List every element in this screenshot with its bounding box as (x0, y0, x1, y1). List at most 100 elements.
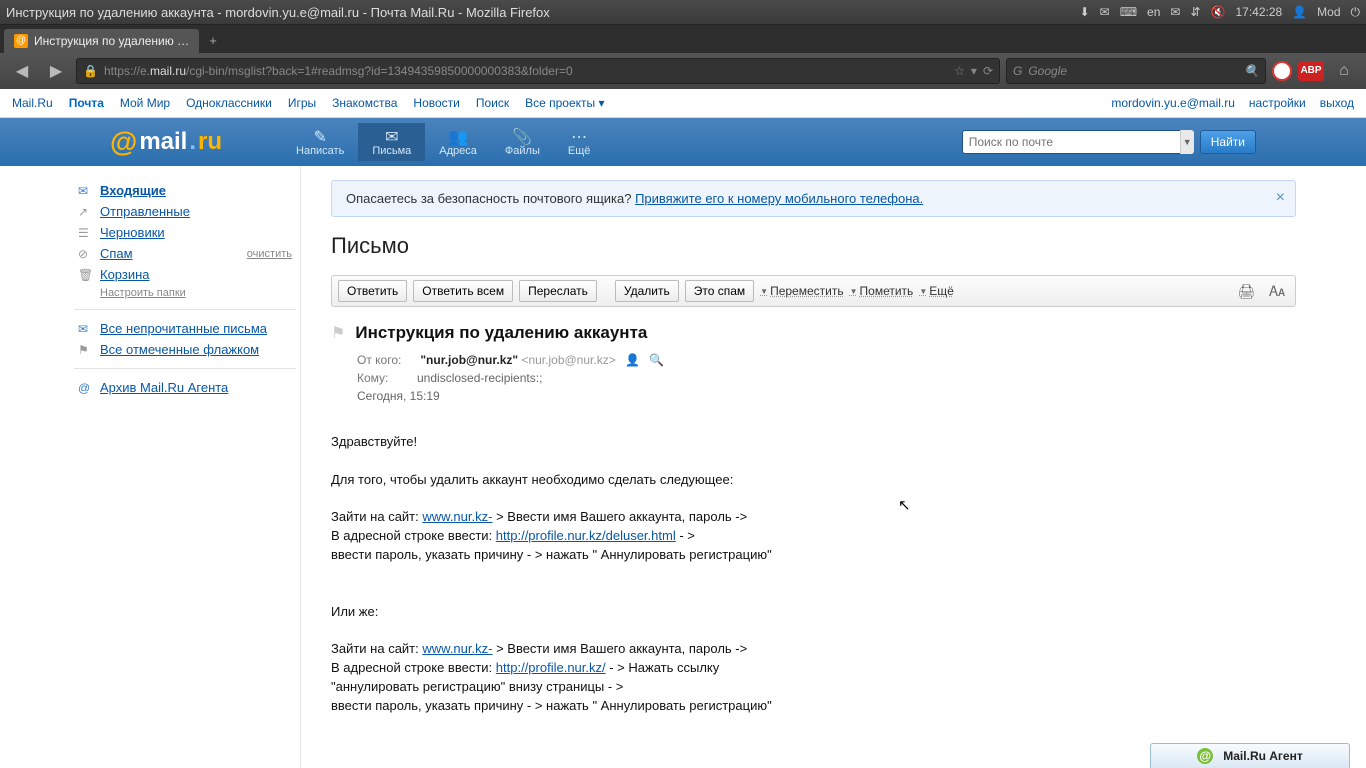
browser-search-bar[interactable]: G Google 🔍 (1006, 58, 1266, 84)
keyboard-icon[interactable]: ⌨ (1120, 5, 1137, 19)
move-dropdown[interactable]: ▼Переместить (760, 284, 843, 298)
folder-sent[interactable]: ↗Отправленные (70, 201, 300, 222)
body-link[interactable]: http://profile.nur.kz/deluser.html (496, 528, 676, 543)
more-dropdown[interactable]: ▼Ещё (919, 284, 953, 298)
page-content: Mail.Ru Почта Мой Мир Одноклассники Игры… (0, 89, 1366, 768)
mail-header: @mail.ru ✎Написать ✉Письма 👥Адреса 📎Файл… (0, 118, 1366, 166)
notice-close-button[interactable]: × (1276, 189, 1285, 207)
search-scope-dropdown[interactable]: ▼ (1180, 130, 1194, 154)
add-contact-icon[interactable]: 👤 (625, 353, 640, 367)
agent-status-icon: @ (1197, 748, 1213, 764)
mail-indicator-icon[interactable]: ✉ (1100, 5, 1110, 19)
user-menu[interactable]: Mod (1317, 5, 1340, 19)
logout-link[interactable]: выход (1320, 96, 1354, 110)
url-bar[interactable]: 🔒 https://e.mail.ru/cgi-bin/msglist?back… (76, 58, 1000, 84)
message-meta: От кого: "nur.job@nur.kz" <nur.job@nur.k… (357, 353, 1296, 403)
agent-archive-link[interactable]: @Архив Mail.Ru Агента (70, 377, 300, 398)
reply-button[interactable]: Ответить (338, 280, 407, 302)
message-toolbar: Ответить Ответить всем Переслать Удалить… (331, 275, 1296, 307)
forward-button[interactable]: ▶ (42, 57, 70, 85)
portal-link-pochta[interactable]: Почта (69, 96, 104, 110)
mail-search-input[interactable] (962, 130, 1192, 154)
body-link[interactable]: www.nur.kz- (422, 641, 492, 656)
folder-drafts[interactable]: ☰Черновики (70, 222, 300, 243)
mailru-agent-bar[interactable]: @ Mail.Ru Агент (1150, 743, 1350, 768)
reload-button[interactable]: ⟳ (983, 64, 993, 78)
clear-spam-link[interactable]: очистить (247, 248, 292, 260)
mailru-logo[interactable]: @mail.ru (110, 126, 222, 158)
paperclip-icon: 📎 (505, 127, 540, 145)
folder-trash[interactable]: 🗑Корзина (70, 264, 300, 285)
mark-dropdown[interactable]: ▼Пометить (850, 284, 914, 298)
notice-link[interactable]: Привяжите его к номеру мобильного телефо… (635, 191, 923, 206)
browser-nav-toolbar: ◀ ▶ 🔒 https://e.mail.ru/cgi-bin/msglist?… (0, 53, 1366, 89)
body-link[interactable]: http://profile.nur.kz/ (496, 660, 606, 675)
flag-toggle-icon[interactable]: ⚑ (331, 323, 345, 343)
pencil-icon: ✎ (296, 127, 344, 145)
settings-link[interactable]: настройки (1249, 96, 1306, 110)
folder-sidebar: ✉Входящие ↗Отправленные ☰Черновики ⊘Спам… (70, 166, 300, 768)
back-button[interactable]: ◀ (8, 57, 36, 85)
adblock-icon[interactable]: ABP (1298, 61, 1324, 81)
portal-link-znakomstva[interactable]: Знакомства (332, 96, 397, 110)
configure-folders-link[interactable]: Настроить папки (70, 285, 300, 301)
search-sender-icon[interactable]: 🔍 (649, 353, 664, 367)
print-icon[interactable]: 🖨 (1233, 283, 1259, 300)
messages-icon[interactable]: ✉ (1170, 5, 1180, 19)
browser-tab-strip: @ Инструкция по удалению … + (0, 25, 1366, 53)
main-pane: Опасаетесь за безопасность почтового ящи… (300, 166, 1296, 768)
all-flagged-link[interactable]: ⚑Все отмеченные флажком (70, 339, 300, 360)
translate-icon[interactable]: 🗛 (1265, 283, 1289, 300)
drafts-icon: ☰ (78, 226, 92, 240)
delete-button[interactable]: Удалить (615, 280, 679, 302)
mail-search-button[interactable]: Найти (1200, 130, 1256, 154)
home-button[interactable]: ⌂ (1330, 57, 1358, 85)
browser-tab-active[interactable]: @ Инструкция по удалению … (4, 29, 199, 53)
to-value: undisclosed-recipients:; (417, 371, 542, 385)
user-email[interactable]: mordovin.yu.e@mail.ru (1111, 96, 1235, 110)
folder-spam[interactable]: ⊘Спамочистить (70, 243, 300, 264)
nav-contacts[interactable]: 👥Адреса (425, 123, 491, 161)
dropbox-icon[interactable]: ⬇ (1080, 5, 1090, 19)
favicon-icon: @ (14, 34, 28, 48)
message-body: Здравствуйте! Для того, чтобы удалить ак… (331, 433, 1296, 768)
new-tab-button[interactable]: + (203, 33, 223, 53)
folder-inbox[interactable]: ✉Входящие (70, 180, 300, 201)
lock-icon: 🔒 (83, 64, 98, 78)
spam-icon: ⊘ (78, 247, 92, 261)
user-menu-icon[interactable]: 👤 (1292, 5, 1307, 19)
nav-letters[interactable]: ✉Письма (358, 123, 425, 161)
portal-link-poisk[interactable]: Поиск (476, 96, 509, 110)
noscript-icon[interactable] (1272, 61, 1292, 81)
google-icon: G (1013, 64, 1022, 78)
nav-compose[interactable]: ✎Написать (282, 123, 358, 161)
portal-link-odnoklassniki[interactable]: Одноклассники (186, 96, 272, 110)
search-engine-label: Google (1028, 64, 1067, 78)
more-icon: ⋯ (568, 127, 591, 145)
divider (74, 368, 296, 369)
portal-link-igry[interactable]: Игры (288, 96, 316, 110)
unread-icon: ✉ (78, 322, 92, 336)
window-titlebar: Инструкция по удалению аккаунта - mordov… (0, 0, 1366, 25)
portal-link-mailru[interactable]: Mail.Ru (12, 96, 53, 110)
portal-link-moymir[interactable]: Мой Мир (120, 96, 170, 110)
portal-link-projects[interactable]: Все проекты ▾ (525, 96, 604, 110)
dropdown-icon[interactable]: ▾ (971, 64, 977, 78)
power-icon[interactable]: ⏻ (1351, 5, 1361, 20)
mail-search: ▼ Найти (962, 130, 1256, 154)
network-icon[interactable]: ⇵ (1190, 5, 1200, 19)
volume-icon[interactable]: 🔇 (1211, 5, 1226, 19)
message-date: Сегодня, 15:19 (357, 389, 1296, 403)
nav-more[interactable]: ⋯Ещё (554, 123, 605, 161)
spam-button[interactable]: Это спам (685, 280, 754, 302)
reply-all-button[interactable]: Ответить всем (413, 280, 513, 302)
portal-link-novosti[interactable]: Новости (413, 96, 459, 110)
all-unread-link[interactable]: ✉Все непрочитанные письма (70, 318, 300, 339)
forward-button[interactable]: Переслать (519, 280, 597, 302)
bookmark-star-icon[interactable]: ☆ (954, 64, 965, 78)
search-submit-icon[interactable]: 🔍 (1244, 64, 1259, 78)
clock[interactable]: 17:42:28 (1235, 5, 1282, 19)
lang-indicator[interactable]: en (1147, 5, 1160, 19)
body-link[interactable]: www.nur.kz- (422, 509, 492, 524)
nav-files[interactable]: 📎Файлы (491, 123, 554, 161)
